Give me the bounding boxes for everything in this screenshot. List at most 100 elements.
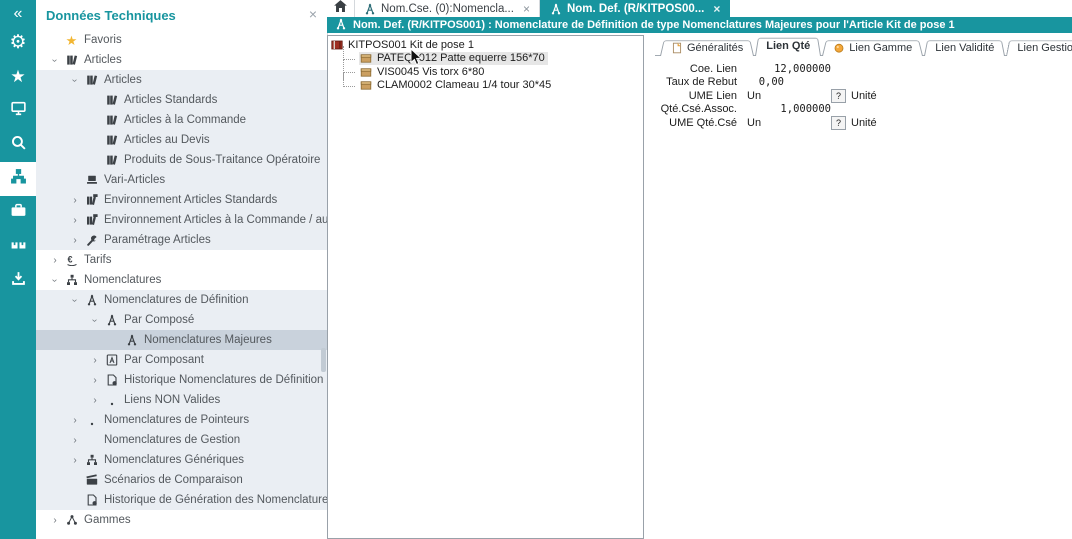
close-icon[interactable]: × [523,2,530,16]
chevron-down-icon[interactable]: › [66,75,84,86]
tree-item[interactable]: Vari-Articles [36,170,327,190]
tree-item[interactable]: ›Nomenclatures [36,270,327,290]
field-value[interactable]: Un [747,90,831,102]
field-value[interactable]: 0,00 [747,76,784,88]
tree-item[interactable]: Scénarios de Comparaison [36,470,327,490]
chevron-right-icon[interactable]: › [86,395,104,406]
nav-panel-header: Données Techniques × [36,0,327,30]
detail-tab-label: Lien Validité [935,42,994,54]
tree-item[interactable]: › Environnement Articles Standards [36,190,327,210]
tree-item[interactable]: ›€Tarifs [36,250,327,270]
tree-item[interactable]: Articles au Devis [36,130,327,150]
chevron-right-icon[interactable]: › [66,195,84,206]
chevron-down-icon[interactable]: › [86,315,104,326]
chevron-right-icon[interactable]: › [66,215,84,226]
detail-tab[interactable]: Lien Validité [924,39,1005,56]
tree-item[interactable]: Articles Standards [36,90,327,110]
tree-item[interactable]: ★Favoris [36,30,327,50]
tree-item-label: Nomenclatures Majeures [144,334,272,346]
tree-item[interactable]: › Historique Nomenclatures de Définition [36,370,327,390]
tree-item[interactable]: Nomenclatures Majeures [36,330,327,350]
field-value[interactable]: 12,000000 [747,63,831,75]
tree-item[interactable]: ›Articles [36,70,327,90]
tree-item[interactable]: ›Gammes [36,510,327,530]
tree-item[interactable]: › Par Composant [36,350,327,370]
tree-item[interactable]: ›Liens NON Valides [36,390,327,410]
application-window: «⚙★ Données Techniques × ★Favoris›Articl… [0,0,1072,539]
chevron-right-icon[interactable]: › [86,375,104,386]
tree-item[interactable]: ›Nomenclatures de Gestion [36,430,327,450]
home-button[interactable] [327,0,354,17]
sidebar-briefcase[interactable] [0,196,36,230]
composition-item[interactable]: VIS0045 Vis torx 6*80 [339,65,643,79]
field-value[interactable]: Un [747,117,831,129]
composition-item[interactable]: CLAM0002 Clameau 1/4 tour 30*45 [339,79,643,93]
panel-splitter[interactable] [645,35,652,539]
detail-tab-bar: GénéralitésLien QtéLien Gamme Lien Validi… [653,35,1072,56]
sidebar-monitor[interactable] [0,94,36,128]
close-icon[interactable]: × [309,6,317,22]
detail-panel: GénéralitésLien QtéLien Gamme Lien Validi… [653,35,1072,539]
sidebar-download[interactable] [0,264,36,298]
nav-panel: Données Techniques × ★Favoris›Articles›A… [36,0,328,539]
tree-item[interactable]: › Par Composé [36,310,327,330]
tree-item[interactable]: ›Nomenclatures Génériques [36,450,327,470]
tree-item[interactable]: ›Nomenclatures de Définition [36,290,327,310]
sidebar-collapse[interactable]: « [0,0,36,26]
document-tab[interactable]: Nom. Def. (R/KITPOS00...× [540,0,730,17]
sidebar-search[interactable] [0,128,36,162]
field-value[interactable]: 1,000000 [747,103,831,115]
chevron-right-icon[interactable]: › [66,435,84,446]
tree-item[interactable]: Articles à la Commande [36,110,327,130]
tree-item-label: Environnement Articles Standards [104,194,277,206]
detail-tab[interactable]: Généralités [660,39,754,56]
tree-item[interactable]: ›Articles [36,50,327,70]
nav-panel-title: Données Techniques [46,8,176,23]
chevron-down-icon[interactable]: › [46,275,64,286]
books-flag-icon [84,194,99,207]
chevron-right-icon[interactable]: › [66,415,84,426]
books-icon [104,94,119,107]
sidebar-modules[interactable] [0,230,36,264]
books-icon [104,154,119,167]
lookup-button[interactable]: ? [831,116,846,130]
sidebar-favorites[interactable]: ★ [0,60,36,94]
main-area: Nom.Cse. (0):Nomencla...×Nom. Def. (R/KI… [327,0,1072,539]
chevron-right-icon[interactable]: › [66,235,84,246]
tree-item[interactable]: ›Environnement Articles à la Commande / … [36,210,327,230]
tree-item[interactable]: Historique de Génération des Nomenclatur… [36,490,327,510]
tree-item-label: Par Composant [124,354,204,366]
composition-item[interactable]: PATEQ0012 Patte equerre 156*70 [339,52,643,66]
field-suffix: Unité [851,117,877,129]
close-icon[interactable]: × [713,2,720,16]
composition-root[interactable]: KITPOS001 Kit de pose 1 [331,38,643,52]
clapper-icon [84,474,99,487]
detail-tab[interactable]: Lien Gamme [822,39,923,56]
document-tab[interactable]: Nom.Cse. (0):Nomencla...× [354,0,540,17]
page-icon [671,42,683,54]
tree-item-label: Favoris [84,34,122,46]
chevron-right-icon[interactable]: › [66,455,84,466]
nom-def-icon [124,334,139,347]
sidebar-hierarchy[interactable] [0,162,36,196]
lookup-button[interactable]: ? [831,89,846,103]
chevron-right-icon[interactable]: › [86,355,104,366]
composition-item-label: CLAM0002 Clameau 1/4 tour 30*45 [377,79,551,91]
tree-item[interactable]: ›Nomenclatures de Pointeurs [36,410,327,430]
form-row: UME Qté.CséUn?Unité [653,116,1072,130]
modules-icon [10,236,27,258]
detail-tab[interactable]: Lien Qté [755,36,821,56]
form-row: UME LienUn?Unité [653,89,1072,103]
chevron-right-icon[interactable]: › [46,255,64,266]
tree-item-label: Par Composé [124,314,194,326]
chevron-down-icon[interactable]: › [46,55,64,66]
wrench-icon [84,234,99,247]
chevron-right-icon[interactable]: › [46,515,64,526]
tree-item[interactable]: ›Paramétrage Articles [36,230,327,250]
tree-item[interactable]: Produits de Sous-Traitance Opératoire [36,150,327,170]
detail-tab[interactable]: Lien Gestion [1006,39,1072,56]
tree-item-label: Historique Nomenclatures de Définition [124,374,323,386]
chevron-down-icon[interactable]: › [66,295,84,306]
sidebar-settings[interactable]: ⚙ [0,26,36,60]
nav-scrollbar-thumb[interactable] [321,348,326,372]
